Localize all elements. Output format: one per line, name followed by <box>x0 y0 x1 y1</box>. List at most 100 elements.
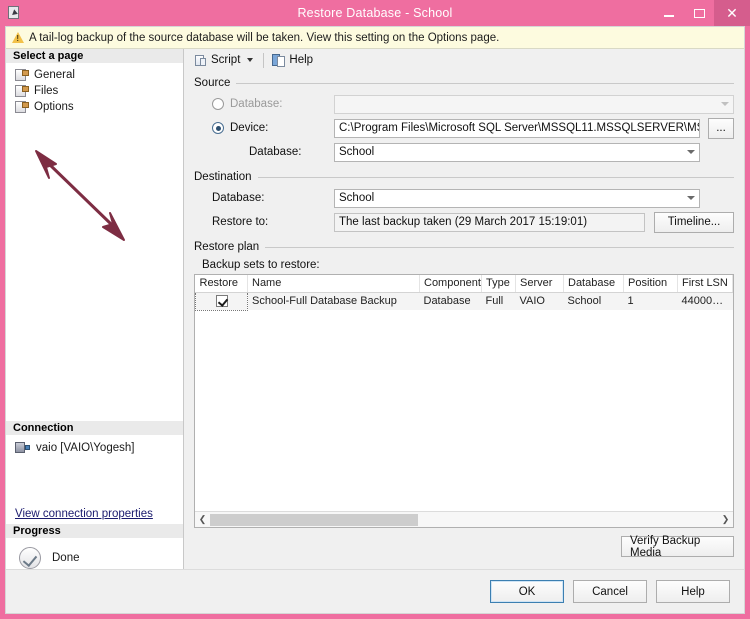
check-circle-icon <box>19 547 41 569</box>
progress-section: Done <box>6 539 183 569</box>
destination-database-label: Database: <box>212 192 265 204</box>
script-label: Script <box>211 54 241 66</box>
source-database-radio[interactable]: Database: <box>194 98 334 110</box>
destination-group: Destination Database: School Restore to: <box>194 171 734 235</box>
minimize-button[interactable] <box>654 0 684 26</box>
column-header-name[interactable]: Name <box>247 275 420 293</box>
server-connection-icon <box>15 441 30 454</box>
sidebar-item-files[interactable]: Files <box>6 83 183 99</box>
help-button-footer[interactable]: Help <box>656 580 730 603</box>
warning-text: A tail-log backup of the source database… <box>29 31 500 44</box>
source-device-row: Device: C:\Program Files\Microsoft SQL S… <box>194 117 734 139</box>
chevron-down-icon <box>716 96 733 113</box>
chevron-right-icon[interactable]: ❯ <box>718 512 733 527</box>
column-header-type[interactable]: Type <box>481 275 516 293</box>
restore-to-value: The last backup taken (29 March 2017 15:… <box>339 216 588 228</box>
chevron-down-icon <box>682 144 699 161</box>
sidebar-item-label: General <box>34 69 75 81</box>
page-icon <box>15 101 29 113</box>
backup-sets-grid: Restore Name Component Type Server Datab… <box>194 274 734 528</box>
destination-group-label: Destination <box>194 171 252 183</box>
title-bar: Restore Database - School ✕ <box>0 0 750 26</box>
progress-status: Done <box>52 552 80 564</box>
scrollbar-thumb[interactable] <box>210 513 419 526</box>
grid-horizontal-scrollbar[interactable]: ❮ ❯ <box>195 511 733 527</box>
table-header-row: Restore Name Component Type Server Datab… <box>195 275 733 293</box>
timeline-button[interactable]: Timeline... <box>654 211 734 233</box>
row-restore-checkbox-cell[interactable] <box>195 291 248 311</box>
source-device-radio[interactable]: Device: <box>194 122 334 134</box>
page-list: General Files Options <box>6 64 183 115</box>
source-device-radio-label: Device: <box>230 122 269 134</box>
connection-header: Connection <box>6 421 183 436</box>
scrollbar-track[interactable] <box>210 512 718 527</box>
row-database: School <box>567 295 602 308</box>
dialog-footer: OK Cancel Help <box>6 569 744 613</box>
row-name: School-Full Database Backup <box>252 295 397 308</box>
progress-header: Progress <box>6 524 183 539</box>
restore-database-dialog: Restore Database - School ✕ A tail-log b… <box>0 0 750 619</box>
group-divider <box>257 176 734 178</box>
toolbar-separator <box>263 52 265 68</box>
content-area: Source Database: Device: C:\Program File… <box>184 71 744 569</box>
column-header-first-lsn[interactable]: First LSN <box>677 275 733 293</box>
left-pane: Select a page General Files Options Conn… <box>6 49 184 569</box>
restore-checkbox[interactable] <box>215 295 228 308</box>
source-group-header: Source <box>194 77 734 89</box>
radio-indicator <box>212 122 224 134</box>
source-database-combo[interactable] <box>334 94 734 114</box>
chevron-down-icon <box>682 190 699 207</box>
destination-group-header: Destination <box>194 171 734 183</box>
chevron-left-icon[interactable]: ❮ <box>195 512 210 527</box>
source-device-database-combo[interactable]: School <box>334 142 700 162</box>
help-button[interactable]: Help <box>268 50 317 70</box>
backup-sets-table: Restore Name Component Type Server Datab… <box>195 275 733 311</box>
cancel-button[interactable]: Cancel <box>573 580 647 603</box>
group-divider <box>236 82 734 84</box>
right-pane: Script Help Source Database: Device: C:\… <box>184 49 744 569</box>
verify-backup-media-button[interactable]: Verify Backup Media <box>621 535 734 559</box>
connection-value: vaio [VAIO\Yogesh] <box>36 441 135 454</box>
restore-plan-group-label: Restore plan <box>194 241 260 253</box>
group-divider <box>265 246 734 248</box>
page-icon <box>15 85 29 97</box>
radio-indicator <box>212 98 224 110</box>
source-device-value: C:\Program Files\Microsoft SQL Server\MS… <box>339 122 700 134</box>
sidebar-item-general[interactable]: General <box>6 67 183 83</box>
column-header-component[interactable]: Component <box>419 275 482 293</box>
progress-row: Done <box>6 547 183 569</box>
script-button[interactable]: Script <box>190 50 244 70</box>
source-database-radio-label: Database: <box>230 98 283 110</box>
destination-database-combo[interactable]: School <box>334 188 700 208</box>
destination-database-row: Database: School <box>194 187 734 209</box>
close-button[interactable]: ✕ <box>714 0 750 26</box>
sidebar-item-options[interactable]: Options <box>6 99 183 115</box>
row-position: 1 <box>627 295 634 308</box>
browse-device-button[interactable]: ... <box>708 117 734 139</box>
destination-restore-to-row: Restore to: The last backup taken (29 Ma… <box>194 211 734 233</box>
maximize-button[interactable] <box>684 0 714 26</box>
row-type: Full <box>485 295 504 308</box>
destination-database-value: School <box>339 192 375 204</box>
source-device-database-value: School <box>339 146 375 158</box>
row-component: Database <box>423 295 471 308</box>
column-header-position[interactable]: Position <box>623 275 678 293</box>
column-header-restore[interactable]: Restore <box>195 275 248 293</box>
source-database-row: Database: <box>194 93 734 115</box>
toolbar: Script Help <box>184 49 744 71</box>
column-header-database[interactable]: Database <box>563 275 624 293</box>
restore-plan-group-header: Restore plan <box>194 241 734 253</box>
window-title: Restore Database - School <box>297 6 453 20</box>
verify-row: Verify Backup Media <box>194 528 734 563</box>
sidebar-item-label: Options <box>34 101 74 113</box>
table-row[interactable]: School-Full Database Backup Database Ful… <box>195 291 733 311</box>
help-book-icon <box>272 53 286 67</box>
source-device-input[interactable]: C:\Program Files\Microsoft SQL Server\MS… <box>334 118 700 138</box>
source-group-label: Source <box>194 77 231 89</box>
chevron-down-icon[interactable] <box>247 58 254 62</box>
column-header-server[interactable]: Server <box>515 275 564 293</box>
help-label: Help <box>289 54 314 66</box>
sidebar-item-label: Files <box>34 85 59 97</box>
view-connection-properties-link[interactable]: View connection properties <box>6 508 183 524</box>
ok-button[interactable]: OK <box>490 580 564 603</box>
